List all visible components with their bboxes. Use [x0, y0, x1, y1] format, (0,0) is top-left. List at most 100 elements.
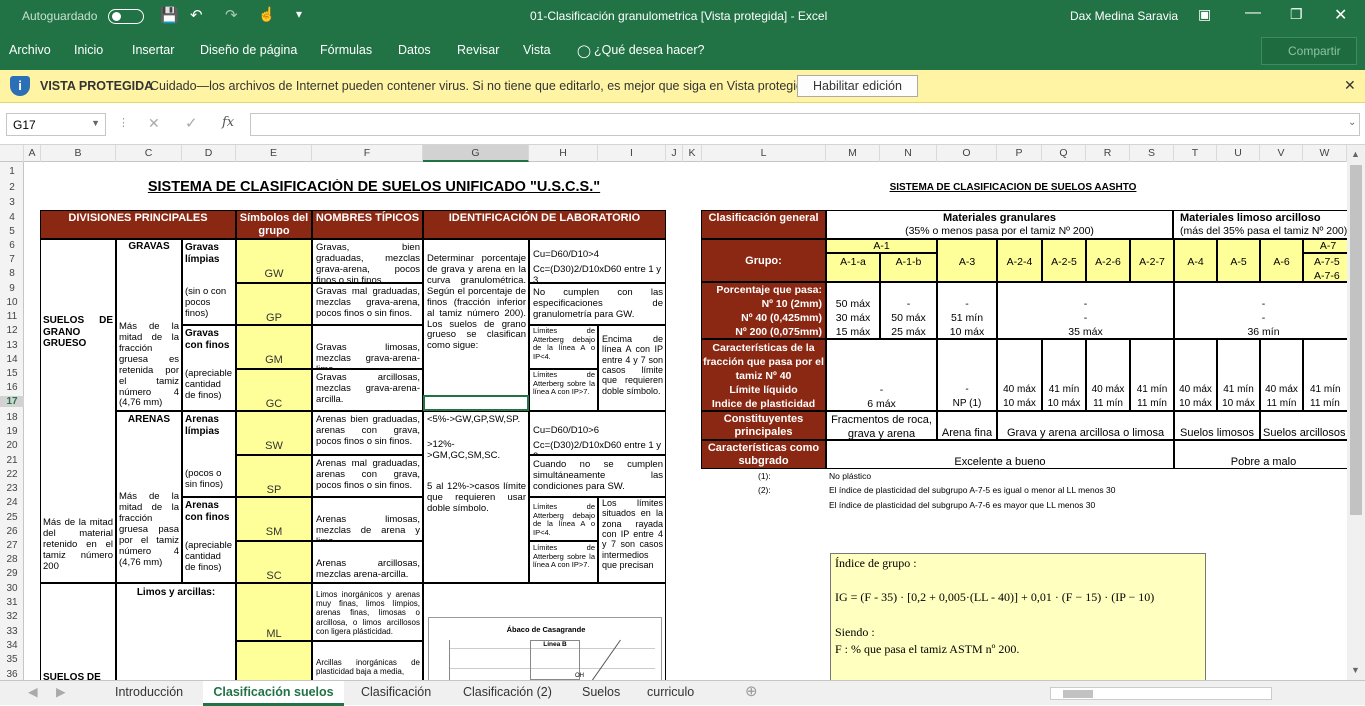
col-t[interactable]: T [1174, 145, 1217, 162]
enter-icon[interactable]: ✓ [185, 114, 198, 132]
row-header[interactable]: 1 [0, 166, 24, 177]
row-header[interactable]: 26 [0, 526, 24, 537]
customize-qat-icon[interactable]: ▾ [296, 7, 302, 21]
autosave-toggle[interactable] [108, 9, 144, 24]
col-u[interactable]: U [1217, 145, 1260, 162]
tab-datos[interactable]: Datos [398, 43, 431, 57]
tab-formulas[interactable]: Fórmulas [320, 43, 372, 57]
row-header[interactable]: 25 [0, 512, 24, 523]
sheet-tab-clasificacion-suelos[interactable]: Clasificación suelos [203, 681, 344, 706]
scroll-up-icon[interactable]: ▲ [1351, 149, 1360, 159]
row-header[interactable]: 36 [0, 669, 24, 680]
row-header[interactable]: 29 [0, 568, 24, 579]
row-header[interactable]: 11 [0, 311, 24, 322]
col-s[interactable]: S [1130, 145, 1174, 162]
row-header[interactable]: 30 [0, 583, 24, 594]
col-o[interactable]: O [937, 145, 997, 162]
ribbon-options-icon[interactable]: ▣ [1198, 6, 1211, 23]
scroll-tabs-left-icon[interactable]: ◀ [28, 681, 38, 705]
row-header[interactable]: 31 [0, 597, 24, 608]
row-header[interactable]: 24 [0, 497, 24, 508]
close-icon[interactable]: ✕ [1334, 5, 1347, 25]
row-header[interactable]: 10 [0, 297, 24, 308]
col-c[interactable]: C [116, 145, 182, 162]
col-f[interactable]: F [312, 145, 423, 162]
row-header[interactable]: 32 [0, 611, 24, 622]
row-header[interactable]: 2 [0, 182, 24, 193]
row-header[interactable]: 28 [0, 554, 24, 565]
horizontal-scrollbar[interactable] [1050, 687, 1272, 700]
col-k[interactable]: K [683, 145, 702, 162]
row-header[interactable]: 21 [0, 455, 24, 466]
row-header[interactable]: 16 [0, 382, 24, 393]
close-bar-icon[interactable]: ✕ [1344, 77, 1356, 94]
tab-archivo[interactable]: Archivo [9, 43, 51, 57]
tab-insertar[interactable]: Insertar [132, 43, 174, 57]
row-header[interactable]: 12 [0, 325, 24, 336]
row-header[interactable]: 8 [0, 268, 24, 279]
selected-cell-g17[interactable] [423, 395, 529, 411]
casagrande-chart[interactable]: Ábaco de Casagrande Línea B OH [428, 617, 662, 680]
sheet-tab-clasificacion-2[interactable]: Clasificación (2) [463, 681, 552, 705]
tab-revisar[interactable]: Revisar [457, 43, 499, 57]
col-n[interactable]: N [880, 145, 937, 162]
formula-bar-options-icon[interactable]: ⋮ [118, 116, 129, 129]
name-box[interactable]: G17 ▼ [6, 113, 106, 136]
sheet-tab-curriculo[interactable]: curriculo [647, 681, 694, 705]
tell-me-search[interactable]: ¿Qué desea hacer? [594, 43, 705, 57]
restore-icon[interactable]: ❐ [1290, 6, 1303, 23]
row-header[interactable]: 34 [0, 640, 24, 651]
sheet-tab-suelos[interactable]: Suelos [582, 681, 620, 705]
save-icon[interactable]: 💾 [160, 6, 179, 24]
row-header[interactable]: 35 [0, 654, 24, 665]
col-d[interactable]: D [182, 145, 236, 162]
row-header-selected[interactable]: 17 [0, 396, 24, 407]
row-header[interactable]: 7 [0, 254, 24, 265]
row-header[interactable]: 5 [0, 226, 24, 237]
user-name[interactable]: Dax Medina Saravia [1070, 9, 1178, 23]
row-header[interactable]: 13 [0, 340, 24, 351]
formula-input[interactable] [250, 113, 1360, 136]
row-header[interactable]: 20 [0, 440, 24, 451]
row-header[interactable]: 18 [0, 412, 24, 423]
worksheet[interactable]: SISTEMA DE CLASIFICACIÓN DE SUELOS UNIFI… [24, 162, 1347, 680]
expand-formula-icon[interactable]: ⌄ [1348, 117, 1356, 128]
col-v[interactable]: V [1260, 145, 1303, 162]
col-r[interactable]: R [1086, 145, 1130, 162]
col-w[interactable]: W [1303, 145, 1347, 162]
row-header[interactable]: 4 [0, 212, 24, 223]
col-l[interactable]: L [702, 145, 826, 162]
hscroll-thumb[interactable] [1063, 690, 1093, 698]
col-a[interactable]: A [24, 145, 41, 162]
col-m[interactable]: M [826, 145, 880, 162]
row-header[interactable]: 22 [0, 469, 24, 480]
row-header[interactable]: 6 [0, 240, 24, 251]
row-header[interactable]: 27 [0, 540, 24, 551]
group-index-box[interactable]: Índice de grupo : IG = (F - 35) · [0,2 +… [830, 553, 1206, 680]
add-sheet-icon[interactable]: ⊕ [745, 681, 758, 705]
col-e[interactable]: E [236, 145, 312, 162]
col-g[interactable]: G [423, 145, 529, 162]
row-header[interactable]: 3 [0, 197, 24, 208]
redo-icon[interactable]: ↷ [225, 6, 238, 24]
col-h[interactable]: H [529, 145, 598, 162]
col-i[interactable]: I [598, 145, 666, 162]
undo-icon[interactable]: ↶ [190, 6, 203, 24]
row-header[interactable]: 9 [0, 283, 24, 294]
row-header[interactable]: 19 [0, 426, 24, 437]
col-b[interactable]: B [41, 145, 116, 162]
tab-inicio[interactable]: Inicio [74, 43, 103, 57]
row-header[interactable]: 14 [0, 354, 24, 365]
col-q[interactable]: Q [1042, 145, 1086, 162]
col-j[interactable]: J [666, 145, 683, 162]
enable-editing-button[interactable]: Habilitar edición [797, 75, 918, 97]
cancel-icon[interactable]: ✕ [148, 115, 160, 132]
scroll-down-icon[interactable]: ▼ [1351, 665, 1360, 675]
row-header[interactable]: 33 [0, 626, 24, 637]
share-button[interactable]: Compartir [1261, 37, 1357, 65]
chevron-down-icon[interactable]: ▼ [91, 118, 100, 128]
tab-diseno-pagina[interactable]: Diseño de página [200, 43, 297, 57]
select-all[interactable] [0, 145, 24, 162]
tab-vista[interactable]: Vista [523, 43, 551, 57]
row-header[interactable]: 23 [0, 483, 24, 494]
